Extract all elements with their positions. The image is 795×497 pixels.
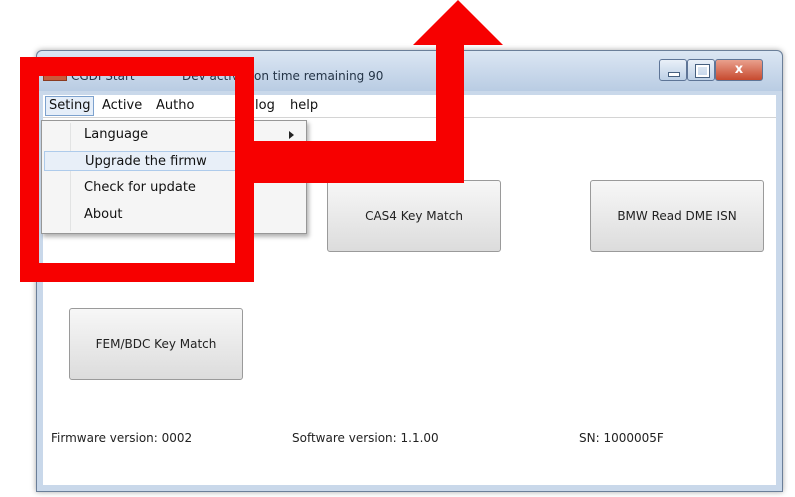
arrow-shaft-horizontal bbox=[250, 141, 445, 183]
minimize-button[interactable] bbox=[659, 59, 687, 81]
software-version: Software version: 1.1.00 bbox=[292, 431, 439, 445]
close-button[interactable]: x bbox=[715, 59, 763, 81]
fem-bdc-key-match-label: FEM/BDC Key Match bbox=[95, 337, 217, 351]
arrow-up-icon bbox=[413, 0, 503, 45]
menu-log[interactable]: log bbox=[252, 97, 278, 115]
firmware-version: Firmware version: 0002 bbox=[51, 431, 193, 445]
bmw-read-dme-isn-button[interactable]: BMW Read DME ISN bbox=[590, 180, 764, 252]
minimize-icon bbox=[668, 72, 680, 77]
highlight-box bbox=[20, 57, 254, 282]
cas4-key-match-button[interactable]: CAS4 Key Match bbox=[327, 180, 501, 252]
submenu-arrow-icon bbox=[289, 131, 294, 139]
menu-help[interactable]: help bbox=[287, 97, 321, 115]
cas4-key-match-label: CAS4 Key Match bbox=[365, 209, 463, 223]
maximize-button[interactable] bbox=[687, 59, 715, 81]
arrow-shaft-vertical bbox=[436, 44, 464, 183]
fem-bdc-key-match-button[interactable]: FEM/BDC Key Match bbox=[69, 308, 243, 380]
bmw-read-dme-isn-label: BMW Read DME ISN bbox=[617, 209, 737, 223]
serial-number: SN: 1000005F bbox=[579, 431, 664, 445]
maximize-icon bbox=[695, 64, 710, 78]
